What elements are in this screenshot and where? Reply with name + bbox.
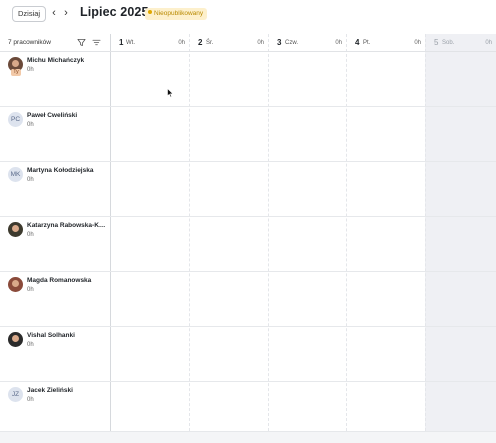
- column-divider: [268, 34, 269, 431]
- calendar-toolbar: Dzisiaj ‹ › Lipiec 2025 Nieopublikowany: [0, 0, 496, 30]
- current-user-badge: Ty: [11, 69, 21, 76]
- employee-row[interactable]: MK Martyna Kołodziejska 0h: [0, 163, 110, 218]
- day-hours: 0h: [178, 39, 185, 46]
- weekend-column-background: [425, 34, 496, 431]
- horizontal-scrollbar[interactable]: [0, 431, 496, 443]
- sort-icon[interactable]: [92, 38, 101, 47]
- status-badge: Nieopublikowany: [145, 8, 208, 20]
- employee-name: Jacek Zieliński: [27, 387, 73, 394]
- day-hours: 0h: [414, 39, 421, 46]
- day-hours: 0h: [485, 39, 492, 46]
- employee-row[interactable]: Vishal Solhanki 0h: [0, 328, 110, 383]
- avatar: [8, 222, 23, 237]
- status-dot-icon: [148, 10, 152, 14]
- employee-row[interactable]: JZ Jacek Zieliński 0h: [0, 383, 110, 438]
- day-number: 2: [198, 38, 203, 47]
- day-number: 3: [277, 38, 282, 47]
- day-hours: 0h: [335, 39, 342, 46]
- employee-name: Paweł Ćweliński: [27, 112, 78, 119]
- day-header[interactable]: 4 Pt. 0h: [347, 34, 425, 52]
- column-divider: [346, 34, 347, 431]
- avatar: [8, 332, 23, 347]
- employee-hours: 0h: [27, 67, 34, 73]
- employee-name: Vishal Solhanki: [27, 332, 75, 339]
- column-divider: [425, 34, 426, 431]
- employee-hours: 0h: [27, 397, 34, 403]
- avatar: MK: [8, 167, 23, 182]
- employee-row[interactable]: PC Paweł Ćweliński 0h: [0, 108, 110, 163]
- day-header[interactable]: 1 Wt. 0h: [111, 34, 189, 52]
- employee-name: Magda Romanowska: [27, 277, 92, 284]
- avatar: JZ: [8, 387, 23, 402]
- day-header[interactable]: 5 Sob. 0h: [426, 34, 496, 52]
- employee-name: Michu Michańczyk: [27, 57, 85, 64]
- filter-icon[interactable]: [77, 38, 86, 47]
- today-button[interactable]: Dzisiaj: [12, 6, 47, 22]
- employee-hours: 0h: [27, 342, 34, 348]
- employee-name: Katarzyna Rabowska-Kol...: [27, 222, 109, 229]
- employee-count: 7 pracowników: [8, 39, 51, 46]
- employee-row[interactable]: Magda Romanowska 0h: [0, 273, 110, 328]
- day-name: Sob.: [442, 39, 455, 46]
- mouse-cursor-icon: [167, 88, 174, 98]
- day-header[interactable]: 3 Czw. 0h: [269, 34, 346, 52]
- avatar: PC: [8, 112, 23, 127]
- day-header[interactable]: 2 Śr. 0h: [190, 34, 268, 52]
- employee-row[interactable]: Katarzyna Rabowska-Kol... 0h: [0, 218, 110, 273]
- chevron-right-icon[interactable]: ›: [60, 6, 72, 22]
- employee-hours: 0h: [27, 122, 34, 128]
- employee-hours: 0h: [27, 287, 34, 293]
- day-number: 1: [119, 38, 124, 47]
- column-divider: [189, 34, 190, 431]
- day-number: 5: [434, 38, 439, 47]
- employee-column-divider: [110, 34, 111, 431]
- chevron-left-icon[interactable]: ‹: [48, 6, 60, 22]
- day-name: Wt.: [126, 39, 135, 46]
- employee-row[interactable]: Ty Michu Michańczyk 0h: [0, 53, 110, 108]
- employee-hours: 0h: [27, 232, 34, 238]
- employee-hours: 0h: [27, 177, 34, 183]
- day-name: Śr.: [206, 39, 214, 46]
- avatar: [8, 277, 23, 292]
- day-name: Czw.: [285, 39, 299, 46]
- day-hours: 0h: [257, 39, 264, 46]
- grid-header: 7 pracowników 1 Wt. 0h 2 Śr. 0h 3 Czw. 0…: [0, 34, 496, 52]
- day-name: Pt.: [363, 39, 371, 46]
- month-title: Lipiec 2025: [80, 5, 149, 19]
- status-badge-label: Nieopublikowany: [154, 10, 204, 17]
- employee-name: Martyna Kołodziejska: [27, 167, 94, 174]
- day-number: 4: [355, 38, 360, 47]
